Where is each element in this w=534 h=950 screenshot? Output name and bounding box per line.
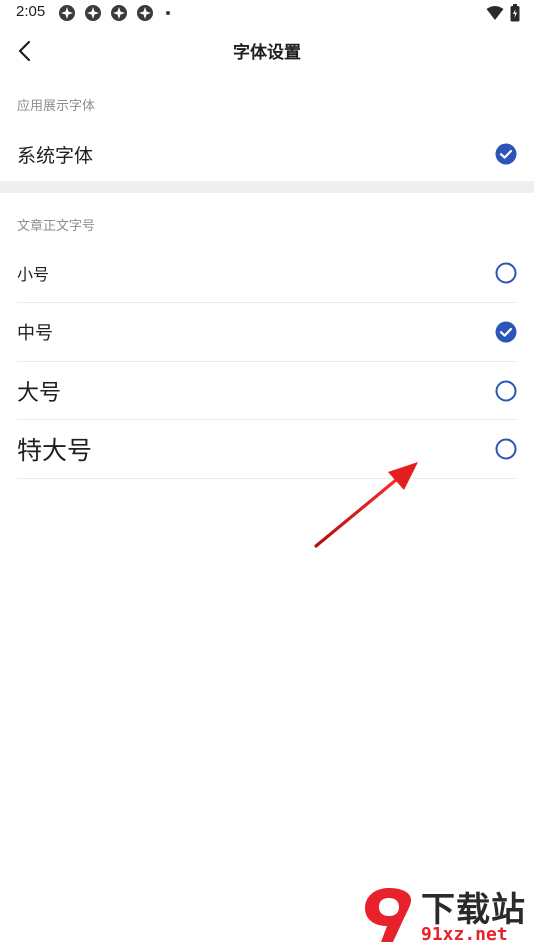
section-divider — [0, 181, 534, 193]
system-icons — [486, 4, 520, 26]
size-option-extra-large[interactable]: 特大号 — [17, 420, 517, 479]
notification-icons — [58, 4, 170, 22]
size-option-label: 特大号 — [17, 436, 93, 465]
size-option-small[interactable]: 小号 — [17, 244, 517, 303]
font-option-system[interactable]: 系统字体 — [17, 126, 517, 182]
app-font-section-label: 应用展示字体 — [17, 99, 96, 114]
watermark-url: 91xz.net — [421, 924, 508, 945]
size-option-label: 中号 — [17, 323, 53, 344]
pinwheel-icon — [84, 4, 102, 22]
size-option-medium[interactable]: 中号 — [17, 303, 517, 362]
radio-unchecked-icon[interactable] — [495, 262, 517, 284]
radio-unchecked-icon[interactable] — [495, 380, 517, 402]
pinwheel-icon — [58, 4, 76, 22]
page-title: 字体设置 — [233, 43, 301, 63]
size-option-label: 大号 — [17, 380, 62, 406]
watermark-logo-icon — [365, 888, 411, 942]
more-notifications-dot-icon — [166, 11, 170, 15]
size-option-large[interactable]: 大号 — [17, 362, 517, 420]
radio-checked-icon[interactable] — [495, 321, 517, 343]
battery-icon — [510, 4, 520, 26]
radio-unchecked-icon[interactable] — [495, 438, 517, 460]
status-bar: 2:05 — [0, 0, 534, 28]
wifi-icon — [486, 5, 504, 25]
pinwheel-icon — [136, 4, 154, 22]
pinwheel-icon — [110, 4, 128, 22]
radio-checked-icon[interactable] — [495, 143, 517, 165]
article-font-size-section-label: 文章正文字号 — [17, 219, 96, 234]
size-option-label: 小号 — [17, 265, 50, 284]
watermark: 下载站 91xz.net — [359, 880, 534, 950]
font-option-label: 系统字体 — [17, 144, 94, 167]
app-header: 字体设置 — [0, 28, 534, 74]
status-time: 2:05 — [16, 3, 46, 20]
annotation-arrow-icon — [314, 462, 418, 548]
